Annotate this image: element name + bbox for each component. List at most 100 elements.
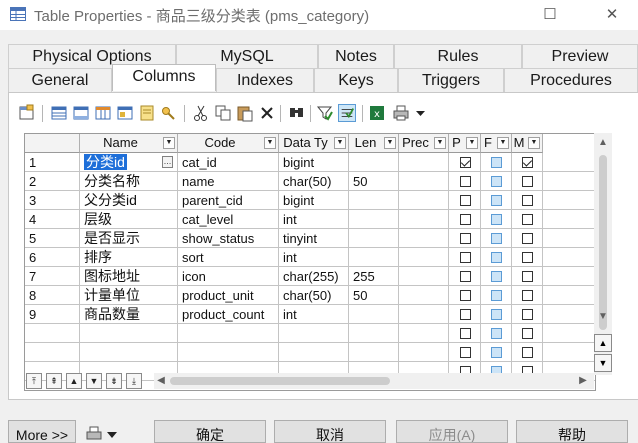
cell-name[interactable]: 图标地址 [80, 267, 178, 286]
foreign-key-checkbox[interactable] [491, 157, 502, 168]
domain-icon[interactable] [138, 104, 156, 122]
cell-prec[interactable] [399, 229, 449, 248]
dropdown-arrow-icon[interactable] [106, 430, 118, 440]
scroll-down-icon[interactable]: ▼ [594, 311, 612, 322]
cell-name[interactable]: 排序 [80, 248, 178, 267]
cell-code[interactable] [178, 324, 279, 343]
foreign-key-checkbox[interactable] [491, 328, 502, 339]
filter-dropdown-icon[interactable]: ▼ [163, 137, 175, 149]
table-row[interactable]: 3 父分类id parent_cid bigint [25, 191, 595, 210]
cell-len[interactable] [349, 229, 399, 248]
scroll-up-icon[interactable]: ▲ [594, 137, 612, 148]
primary-checkbox[interactable] [460, 309, 471, 320]
tab-triggers[interactable]: Triggers [398, 68, 504, 92]
column-header-length[interactable]: Len ▼ [349, 134, 399, 153]
table-row[interactable]: 7 图标地址 icon char(255) 255 [25, 267, 595, 286]
print-icon[interactable] [86, 426, 102, 442]
tab-preview[interactable]: Preview [522, 44, 638, 68]
cell-type[interactable]: tinyint [279, 229, 349, 248]
column-header-code[interactable]: Code ▼ [178, 134, 279, 153]
column-header-precision[interactable]: Prec ▼ [399, 134, 449, 153]
tab-procedures[interactable]: Procedures [504, 68, 638, 92]
foreign-key-checkbox[interactable] [491, 347, 502, 358]
filter-dropdown-icon[interactable]: ▼ [384, 137, 396, 149]
cut-icon[interactable] [192, 104, 210, 122]
cell-code[interactable]: name [178, 172, 279, 191]
cell-code[interactable]: show_status [178, 229, 279, 248]
scroll-thumb[interactable] [170, 377, 390, 385]
close-button[interactable]: ✕ [592, 0, 632, 30]
primary-checkbox[interactable] [460, 252, 471, 263]
move-up-icon[interactable]: ▲ [594, 334, 612, 352]
table-row[interactable] [25, 324, 595, 343]
move-down-icon[interactable]: ▼ [594, 354, 612, 372]
primary-checkbox[interactable] [460, 195, 471, 206]
insert-row-icon[interactable] [50, 104, 68, 122]
primary-checkbox[interactable] [460, 290, 471, 301]
maximize-button[interactable]: ☐ [530, 0, 570, 30]
cell-code[interactable]: icon [178, 267, 279, 286]
primary-checkbox[interactable] [460, 157, 471, 168]
cell-code[interactable]: sort [178, 248, 279, 267]
cell-name[interactable]: 商品数量 [80, 305, 178, 324]
cell-type[interactable]: bigint [279, 191, 349, 210]
table-row[interactable]: 2 分类名称 name char(50) 50 [25, 172, 595, 191]
cell-prec[interactable] [399, 305, 449, 324]
excel-export-icon[interactable]: x [368, 104, 386, 122]
mandatory-checkbox[interactable] [522, 252, 533, 263]
column-header-data-type[interactable]: Data Ty ▼ [279, 134, 349, 153]
more-button[interactable]: More >> [8, 420, 76, 443]
customize-columns-icon[interactable] [338, 104, 356, 122]
foreign-key-checkbox[interactable] [491, 233, 502, 244]
table-row[interactable]: 8 计量单位 product_unit char(50) 50 [25, 286, 595, 305]
move-down-one-icon[interactable]: ▼ [86, 373, 102, 389]
cell-name[interactable]: 分类名称 [80, 172, 178, 191]
cell-code[interactable]: product_unit [178, 286, 279, 305]
primary-checkbox[interactable] [460, 271, 471, 282]
primary-checkbox[interactable] [460, 233, 471, 244]
cell-len[interactable] [349, 248, 399, 267]
cell-code[interactable]: cat_level [178, 210, 279, 229]
tab-keys[interactable]: Keys [314, 68, 398, 92]
cell-type[interactable]: char(255) [279, 267, 349, 286]
foreign-key-checkbox[interactable] [491, 309, 502, 320]
properties-icon[interactable] [18, 104, 36, 122]
cell-type[interactable]: int [279, 210, 349, 229]
cell-code[interactable]: cat_id [178, 153, 279, 172]
primary-checkbox[interactable] [460, 176, 471, 187]
table-row[interactable] [25, 343, 595, 362]
move-top-icon[interactable]: ⤒ [26, 373, 42, 389]
mandatory-checkbox[interactable] [522, 309, 533, 320]
cell-prec[interactable] [399, 248, 449, 267]
table-row[interactable]: 9 商品数量 product_count int [25, 305, 595, 324]
table-row[interactable]: 1 分类id … cat_id bigint [25, 153, 595, 172]
move-page-down-icon[interactable]: ⇟ [106, 373, 122, 389]
mandatory-checkbox[interactable] [522, 157, 533, 168]
cell-code[interactable]: product_count [178, 305, 279, 324]
cell-type[interactable] [279, 324, 349, 343]
copy-icon[interactable] [214, 104, 232, 122]
cell-len[interactable] [349, 324, 399, 343]
cell-prec[interactable] [399, 191, 449, 210]
mandatory-checkbox[interactable] [522, 214, 533, 225]
foreign-key-checkbox[interactable] [491, 271, 502, 282]
cell-code[interactable] [178, 343, 279, 362]
key-icon[interactable] [160, 104, 178, 122]
move-up-one-icon[interactable]: ▲ [66, 373, 82, 389]
tab-columns[interactable]: Columns [112, 64, 216, 91]
cell-type[interactable]: bigint [279, 153, 349, 172]
filter-dropdown-icon[interactable]: ▼ [497, 137, 509, 149]
scroll-left-icon[interactable]: ◀ [154, 375, 168, 386]
primary-checkbox[interactable] [460, 214, 471, 225]
table-row[interactable]: 5 是否显示 show_status tinyint [25, 229, 595, 248]
apply-button[interactable]: 应用(A) [396, 420, 508, 443]
mandatory-checkbox[interactable] [522, 195, 533, 206]
cell-type[interactable]: char(50) [279, 172, 349, 191]
mandatory-checkbox[interactable] [522, 271, 533, 282]
filter-dropdown-icon[interactable]: ▼ [334, 137, 346, 149]
scroll-right-icon[interactable]: ▶ [576, 375, 590, 386]
column-header-name[interactable]: Name ▼ [80, 134, 178, 153]
primary-checkbox[interactable] [460, 328, 471, 339]
filter-dropdown-icon[interactable]: ▼ [528, 137, 540, 149]
horizontal-scrollbar[interactable]: ◀ ▶ [154, 373, 594, 389]
